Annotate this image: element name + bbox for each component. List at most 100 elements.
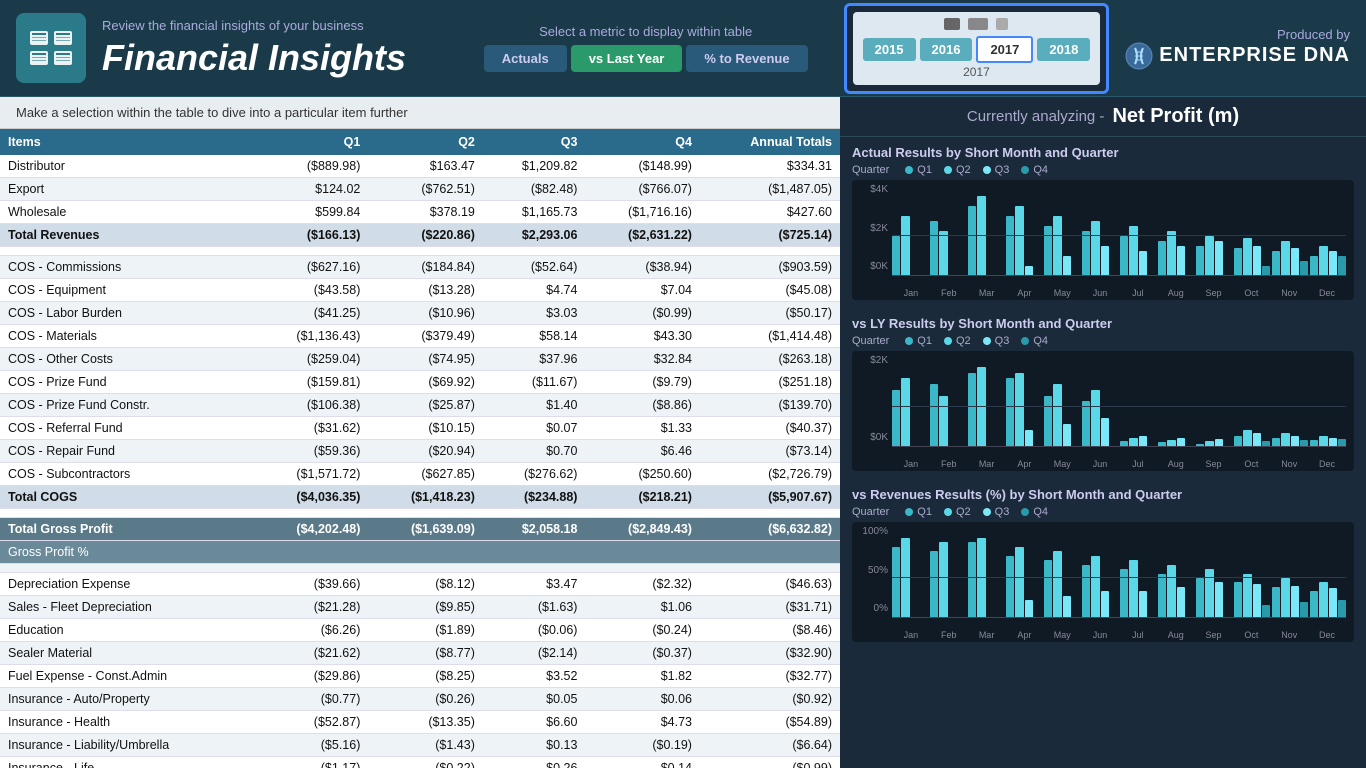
table-row[interactable]: COS - Materials ($1,136.43) ($379.49) $5… — [0, 325, 840, 348]
table-row[interactable]: Gross Profit % — [0, 541, 840, 564]
cell-q3: $2,293.06 — [483, 224, 586, 247]
main-content: Make a selection within the table to div… — [0, 97, 1366, 768]
table-row[interactable]: COS - Prize Fund ($159.81) ($69.92) ($11… — [0, 371, 840, 394]
header-title: Financial Insights — [102, 37, 464, 79]
cell-q2: ($762.51) — [368, 178, 483, 201]
cell-q3: $0.26 — [483, 757, 586, 768]
cell-q1: ($0.77) — [254, 688, 369, 711]
table-row[interactable]: Insurance - Health ($52.87) ($13.35) $6.… — [0, 711, 840, 734]
table-row[interactable]: COS - Prize Fund Constr. ($106.38) ($25.… — [0, 394, 840, 417]
cell-q3: ($11.67) — [483, 371, 586, 394]
table-row[interactable]: Insurance - Auto/Property ($0.77) ($0.26… — [0, 688, 840, 711]
cell-annual: ($6,632.82) — [700, 518, 840, 541]
table-row[interactable]: Insurance - Liability/Umbrella ($5.16) (… — [0, 734, 840, 757]
legend-item: Q2 — [944, 164, 971, 176]
table-row[interactable]: COS - Referral Fund ($31.62) ($10.15) $0… — [0, 417, 840, 440]
cell-q1: ($21.28) — [254, 596, 369, 619]
year-buttons: 2015 2016 2017 2018 — [863, 36, 1091, 63]
cell-q2: ($1,418.23) — [368, 486, 483, 509]
table-row[interactable]: Education ($6.26) ($1.89) ($0.06) ($0.24… — [0, 619, 840, 642]
cell-q2: $378.19 — [368, 201, 483, 224]
legend-item: Q4 — [1021, 506, 1048, 518]
table-row[interactable]: Total Revenues ($166.13) ($220.86) $2,29… — [0, 224, 840, 247]
cell-label: Insurance - Auto/Property — [0, 688, 254, 711]
vs-last-year-button[interactable]: vs Last Year — [571, 45, 683, 72]
cell-q4: $0.14 — [585, 757, 700, 768]
cell-label: COS - Labor Burden — [0, 302, 254, 325]
chart-section-vs-revenue-chart: vs Revenues Results (%) by Short Month a… — [852, 487, 1354, 642]
chart-area: $2K$0KJanFebMarAprMayJunJulAugSepOctNovD… — [852, 351, 1354, 471]
cell-annual: ($0.92) — [700, 688, 840, 711]
cell-q3: ($276.62) — [483, 463, 586, 486]
table-row[interactable]: Sales - Fleet Depreciation ($21.28) ($9.… — [0, 596, 840, 619]
cell-q4 — [585, 541, 700, 564]
cell-label: COS - Prize Fund Constr. — [0, 394, 254, 417]
cell-annual: $427.60 — [700, 201, 840, 224]
year-2018-button[interactable]: 2018 — [1037, 38, 1090, 61]
table-row[interactable]: Export $124.02 ($762.51) ($82.48) ($766.… — [0, 178, 840, 201]
col-q2: Q2 — [368, 129, 483, 155]
chart-section-vs-ly-chart: vs LY Results by Short Month and Quarter… — [852, 316, 1354, 471]
year-2017-button[interactable]: 2017 — [976, 36, 1033, 63]
cell-q2: ($1.89) — [368, 619, 483, 642]
cell-q3: $1,165.73 — [483, 201, 586, 224]
cell-q2: ($1,639.09) — [368, 518, 483, 541]
table-row[interactable]: Distributor ($889.98) $163.47 $1,209.82 … — [0, 155, 840, 178]
cell-q2: ($627.85) — [368, 463, 483, 486]
table-row[interactable]: Depreciation Expense ($39.66) ($8.12) $3… — [0, 573, 840, 596]
cell-q4: $1.33 — [585, 417, 700, 440]
year-2016-button[interactable]: 2016 — [920, 38, 973, 61]
table-wrapper[interactable]: Items Q1 Q2 Q3 Q4 Annual Totals Distribu… — [0, 129, 840, 768]
cell-q2: ($8.25) — [368, 665, 483, 688]
cell-q3: $0.13 — [483, 734, 586, 757]
pct-to-revenue-button[interactable]: % to Revenue — [686, 45, 807, 72]
chart-title: vs LY Results by Short Month and Quarter — [852, 316, 1354, 331]
cell-q2: ($1.43) — [368, 734, 483, 757]
metric-selector: Select a metric to display within table … — [484, 24, 808, 72]
table-row[interactable]: COS - Other Costs ($259.04) ($74.95) $37… — [0, 348, 840, 371]
cell-label: Insurance - Health — [0, 711, 254, 734]
cell-q3: $3.52 — [483, 665, 586, 688]
cell-q4: ($0.19) — [585, 734, 700, 757]
cell-q4: $4.73 — [585, 711, 700, 734]
actuals-button[interactable]: Actuals — [484, 45, 567, 72]
cell-q1: ($1,571.72) — [254, 463, 369, 486]
table-row[interactable]: COS - Labor Burden ($41.25) ($10.96) $3.… — [0, 302, 840, 325]
cell-q2: ($69.92) — [368, 371, 483, 394]
year-selector-top — [863, 18, 1091, 30]
cell-q4: $1.06 — [585, 596, 700, 619]
legend-item: Q3 — [983, 164, 1010, 176]
table-row[interactable]: Insurance - Life ($1.17) ($0.22) $0.26 $… — [0, 757, 840, 768]
cell-annual: ($32.90) — [700, 642, 840, 665]
table-row[interactable]: Sealer Material ($21.62) ($8.77) ($2.14)… — [0, 642, 840, 665]
enterprise-dna: Produced by ENTERPRISE DNA — [1125, 27, 1350, 70]
table-row[interactable]: Wholesale $599.84 $378.19 $1,165.73 ($1,… — [0, 201, 840, 224]
year-ctrl-icon — [944, 18, 960, 30]
cell-q4: ($0.24) — [585, 619, 700, 642]
table-row[interactable]: COS - Subcontractors ($1,571.72) ($627.8… — [0, 463, 840, 486]
cell-q1: ($59.36) — [254, 440, 369, 463]
cell-q4: ($250.60) — [585, 463, 700, 486]
cell-q2: ($9.85) — [368, 596, 483, 619]
table-row[interactable]: Total Gross Profit ($4,202.48) ($1,639.0… — [0, 518, 840, 541]
right-panel: Currently analyzing - Net Profit (m) Act… — [840, 97, 1366, 768]
cell-q2: ($13.35) — [368, 711, 483, 734]
year-2015-button[interactable]: 2015 — [863, 38, 916, 61]
cell-annual: ($5,907.67) — [700, 486, 840, 509]
cell-annual: ($263.18) — [700, 348, 840, 371]
table-row[interactable]: Fuel Expense - Const.Admin ($29.86) ($8.… — [0, 665, 840, 688]
legend-item: Q4 — [1021, 164, 1048, 176]
cell-q1: ($166.13) — [254, 224, 369, 247]
cell-annual: $334.31 — [700, 155, 840, 178]
cell-q3: $1.40 — [483, 394, 586, 417]
table-row[interactable]: Total COGS ($4,036.35) ($1,418.23) ($234… — [0, 486, 840, 509]
table-row[interactable]: COS - Repair Fund ($59.36) ($20.94) $0.7… — [0, 440, 840, 463]
table-row[interactable]: COS - Commissions ($627.16) ($184.84) ($… — [0, 256, 840, 279]
cell-label: COS - Other Costs — [0, 348, 254, 371]
analyzing-metric: Net Profit (m) — [1112, 105, 1239, 128]
cell-q1: ($4,202.48) — [254, 518, 369, 541]
col-q3: Q3 — [483, 129, 586, 155]
cell-q1: ($159.81) — [254, 371, 369, 394]
legend-item: Q3 — [983, 335, 1010, 347]
table-row[interactable]: COS - Equipment ($43.58) ($13.28) $4.74 … — [0, 279, 840, 302]
